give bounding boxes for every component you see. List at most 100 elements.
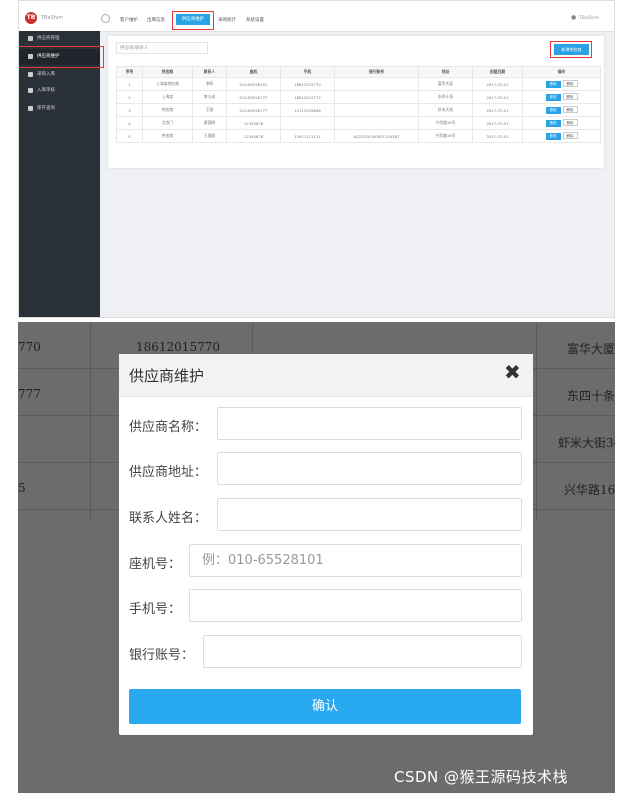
- watermark-text: CSDN @猴王源码技术栈: [394, 768, 569, 786]
- landline-input[interactable]: 例：010-65528101: [189, 544, 522, 577]
- contact-name-input[interactable]: [217, 498, 522, 531]
- modal-header: 供应商维护 ✖: [119, 354, 533, 397]
- field-label-supplier-name: 供应商名称：: [129, 420, 208, 435]
- table-cell: 12345678: [226, 129, 281, 143]
- delete-button[interactable]: 删除: [562, 80, 578, 87]
- sidebar-item-label: 采购入库: [37, 72, 55, 77]
- user-icon[interactable]: ●: [571, 14, 576, 21]
- user-name[interactable]: TBaShim: [579, 16, 599, 21]
- menu-toggle-icon[interactable]: [101, 14, 110, 23]
- edit-button[interactable]: 修改: [545, 133, 561, 140]
- table-row: 4 北京门 黄国刚 12345678 兴华路16号 2017-07-01 修改 删除: [116, 116, 601, 130]
- field-label-mobile: 手机号：: [129, 602, 182, 617]
- delete-button[interactable]: 删除: [562, 93, 578, 100]
- table-actions: 修改 删除: [522, 103, 601, 117]
- table-cell: 李小成: [192, 90, 227, 104]
- table-header: 联系人: [192, 66, 227, 78]
- delete-button[interactable]: 删除: [562, 119, 578, 126]
- sidebar-item-purchase-in[interactable]: 采购入库: [19, 67, 100, 83]
- supplier-table: 序号 供应商 联系人 座机 手机 银行账号 地址 创建日期 操作 1 上海某供应商…: [116, 66, 601, 143]
- table-row: 1 上海某供应商 李四 010-65528101 18612015770 富华大厦 2017…: [116, 77, 601, 91]
- table-header: 供应商: [142, 66, 193, 78]
- table-cell: 东四十条: [418, 90, 473, 104]
- table-cell: 供应商: [142, 103, 193, 117]
- table-header-row: 序号 供应商 联系人 座机 手机 银行账号 地址 创建日期 操作: [116, 66, 601, 78]
- logo-badge: TB: [25, 12, 37, 24]
- mobile-input[interactable]: [189, 589, 522, 622]
- check-icon: [28, 88, 33, 93]
- edit-button[interactable]: 修改: [545, 120, 561, 127]
- nav-item-supplier[interactable]: 供应商维护: [176, 14, 210, 25]
- table-actions: 修改 删除: [522, 77, 601, 91]
- table-cell: [334, 116, 419, 130]
- table-cell: [334, 90, 419, 104]
- table-header: 创建日期: [472, 66, 523, 78]
- table-cell: 兴华路16号: [418, 116, 473, 130]
- table-cell: 5: [116, 129, 143, 143]
- table-cell: [334, 77, 419, 91]
- nav-item-customer[interactable]: 客户维护: [120, 17, 138, 23]
- table-cell: 010-65528777: [226, 103, 281, 117]
- supplier-address-input[interactable]: [217, 452, 522, 485]
- table-cell: 上海某供应商: [142, 77, 193, 91]
- logo-text: TBaShim: [41, 15, 64, 21]
- table-cell: 2017-07-01: [472, 77, 523, 91]
- table-actions: 修改 删除: [522, 116, 601, 130]
- table-cell: 兴华路16号: [418, 129, 473, 143]
- table-cell: 2017-07-01: [472, 129, 523, 143]
- table-cell: 18612015777: [280, 90, 335, 104]
- sidebar-item-label: 供应商管理: [37, 36, 60, 41]
- table-cell: 2017-07-01: [472, 103, 523, 117]
- table-cell: 王刚: [192, 103, 227, 117]
- table-actions: 修改 删除: [522, 129, 601, 143]
- supplier-name-input[interactable]: [217, 407, 522, 440]
- table-cell: 王国刚: [192, 129, 227, 143]
- sidebar-item-in-review[interactable]: 入库审核: [19, 83, 100, 99]
- table-header: 序号: [116, 66, 143, 78]
- supplier-modal-screenshot: 770 18612015770 富华大厦 777 东四十条 虾米大街36 5 兴…: [18, 322, 615, 793]
- table-cell: 供应商: [142, 129, 193, 143]
- table-cell: 13911111111: [280, 129, 335, 143]
- nav-item-purchase-stats[interactable]: 采购统计: [218, 17, 236, 23]
- confirm-button[interactable]: 确认: [129, 689, 521, 724]
- table-cell: 6222020200001234567: [334, 129, 419, 143]
- nav-item-outbound[interactable]: 出库信息: [147, 17, 165, 23]
- table-cell: [334, 103, 419, 117]
- modal-title: 供应商维护: [129, 367, 205, 385]
- edit-button[interactable]: 修改: [545, 94, 561, 101]
- content-panel: 供应商/联系人 新增供应商 序号 供应商 联系人 座机 手机 银行账号 地址 创…: [107, 35, 605, 169]
- background-divider: [90, 322, 91, 521]
- edit-button[interactable]: 修改: [545, 81, 561, 88]
- cart-icon: [28, 72, 33, 77]
- table-header: 银行账号: [334, 66, 419, 78]
- table-row: 5 供应商 王国刚 12345678 13911111111 62220202000012…: [116, 129, 601, 143]
- table-cell: 2: [116, 90, 143, 104]
- table-cell: 13112345666: [280, 103, 335, 117]
- close-icon[interactable]: ✖: [504, 360, 521, 384]
- search-input[interactable]: 供应商/联系人: [116, 42, 208, 54]
- background-divider: [536, 322, 537, 521]
- delete-button[interactable]: 删除: [562, 106, 578, 113]
- table-cell: 李四: [192, 77, 227, 91]
- background-cell: 虾米大街36: [558, 436, 615, 450]
- table-cell: 北京门: [142, 116, 193, 130]
- table-cell: 18612015770: [280, 77, 335, 91]
- table-body: 1 上海某供应商 李四 010-65528101 18612015770 富华大厦 2017…: [116, 77, 601, 143]
- edit-button[interactable]: 修改: [545, 107, 561, 114]
- sidebar-item-label: 库存查询: [37, 106, 55, 111]
- background-cell: 770: [18, 340, 41, 354]
- supplier-list-screenshot: TB TBaShim 客户维护 出库信息 供应商维护 采购统计 系统设置 ● T…: [18, 0, 615, 318]
- table-cell: 黄国刚: [192, 116, 227, 130]
- bank-account-input[interactable]: [203, 635, 522, 668]
- sidebar-item-supplier-manage[interactable]: 供应商管理: [19, 31, 100, 47]
- add-supplier-button[interactable]: 新增供应商: [554, 44, 589, 55]
- sidebar-item-stock-query[interactable]: 库存查询: [19, 101, 100, 117]
- table-cell: 虾米大街: [418, 103, 473, 117]
- sidebar: 供应商管理 供应商维护 采购入库 入库审核 库存查询: [19, 31, 100, 317]
- table-cell: 4: [116, 116, 143, 130]
- table-cell: 上海某: [142, 90, 193, 104]
- supplier-modal: 供应商维护 ✖ 供应商名称： 供应商地址： 联系人姓名： 座机号： 例：010-…: [119, 354, 533, 735]
- delete-button[interactable]: 删除: [562, 132, 578, 139]
- table-cell: 2017-07-01: [472, 116, 523, 130]
- nav-item-settings[interactable]: 系统设置: [246, 17, 264, 23]
